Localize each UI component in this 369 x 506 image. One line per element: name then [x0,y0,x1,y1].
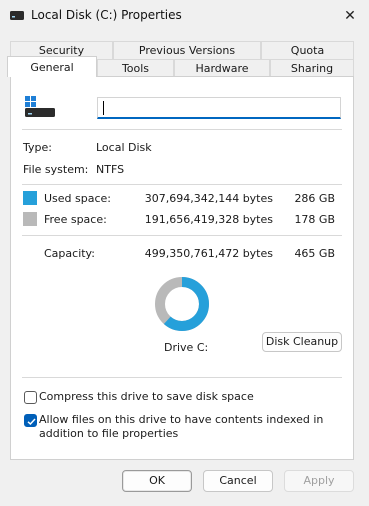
close-icon: ✕ [344,8,356,24]
apply-button[interactable]: Apply [284,470,354,492]
separator [22,235,342,236]
checkmark-icon [27,418,36,426]
tab-label: General [30,61,74,74]
compress-label[interactable]: Compress this drive to save disk space [39,390,339,404]
tab-label: Sharing [290,62,334,75]
general-panel: Type: Local Disk File system: NTFS Used … [10,76,354,460]
drive-icon [25,96,55,117]
drive-name-input[interactable] [97,97,341,119]
text-caret [103,101,104,115]
tab-previous-versions[interactable]: Previous Versions [113,41,261,59]
capacity-bytes: 499,350,761,472 bytes [144,247,273,260]
separator [22,129,342,130]
disk-usage-ring [155,277,209,331]
tab-tools[interactable]: Tools [97,59,174,77]
free-space-label: Free space: [44,213,107,226]
tab-general[interactable]: General [7,56,97,77]
ok-button[interactable]: OK [122,470,192,492]
file-system-value: NTFS [96,163,125,176]
index-label[interactable]: Allow files on this drive to have conten… [39,413,345,441]
free-space-gb: 178 GB [294,213,335,226]
free-space-bytes: 191,656,419,328 bytes [144,213,273,226]
drive-icon [10,11,24,20]
compress-checkbox[interactable] [24,391,37,404]
close-button[interactable]: ✕ [337,4,363,28]
tab-label: Tools [121,62,150,75]
capacity-gb: 465 GB [294,247,335,260]
separator [22,377,342,378]
used-space-label: Used space: [44,192,112,205]
tab-hardware[interactable]: Hardware [174,59,270,77]
title-bar: Local Disk (C:) Properties ✕ [0,0,369,33]
file-system-label: File system: [23,163,89,176]
separator [22,184,342,185]
used-space-gb: 286 GB [294,192,335,205]
used-space-swatch [23,191,37,205]
tab-quota[interactable]: Quota [261,41,354,59]
cancel-button[interactable]: Cancel [203,470,273,492]
tab-label: Hardware [195,62,249,75]
tab-sharing[interactable]: Sharing [270,59,354,77]
tab-label: Quota [290,44,325,57]
drive-label: Drive C: [164,341,209,354]
type-value: Local Disk [96,141,152,154]
type-label: Type: [23,141,52,154]
free-space-swatch [23,212,37,226]
capacity-label: Capacity: [44,247,95,260]
disk-cleanup-button[interactable]: Disk Cleanup [262,332,342,352]
tab-label: Previous Versions [138,44,236,57]
index-checkbox[interactable] [24,414,37,427]
used-space-bytes: 307,694,342,144 bytes [144,192,273,205]
window-title: Local Disk (C:) Properties [31,8,182,22]
